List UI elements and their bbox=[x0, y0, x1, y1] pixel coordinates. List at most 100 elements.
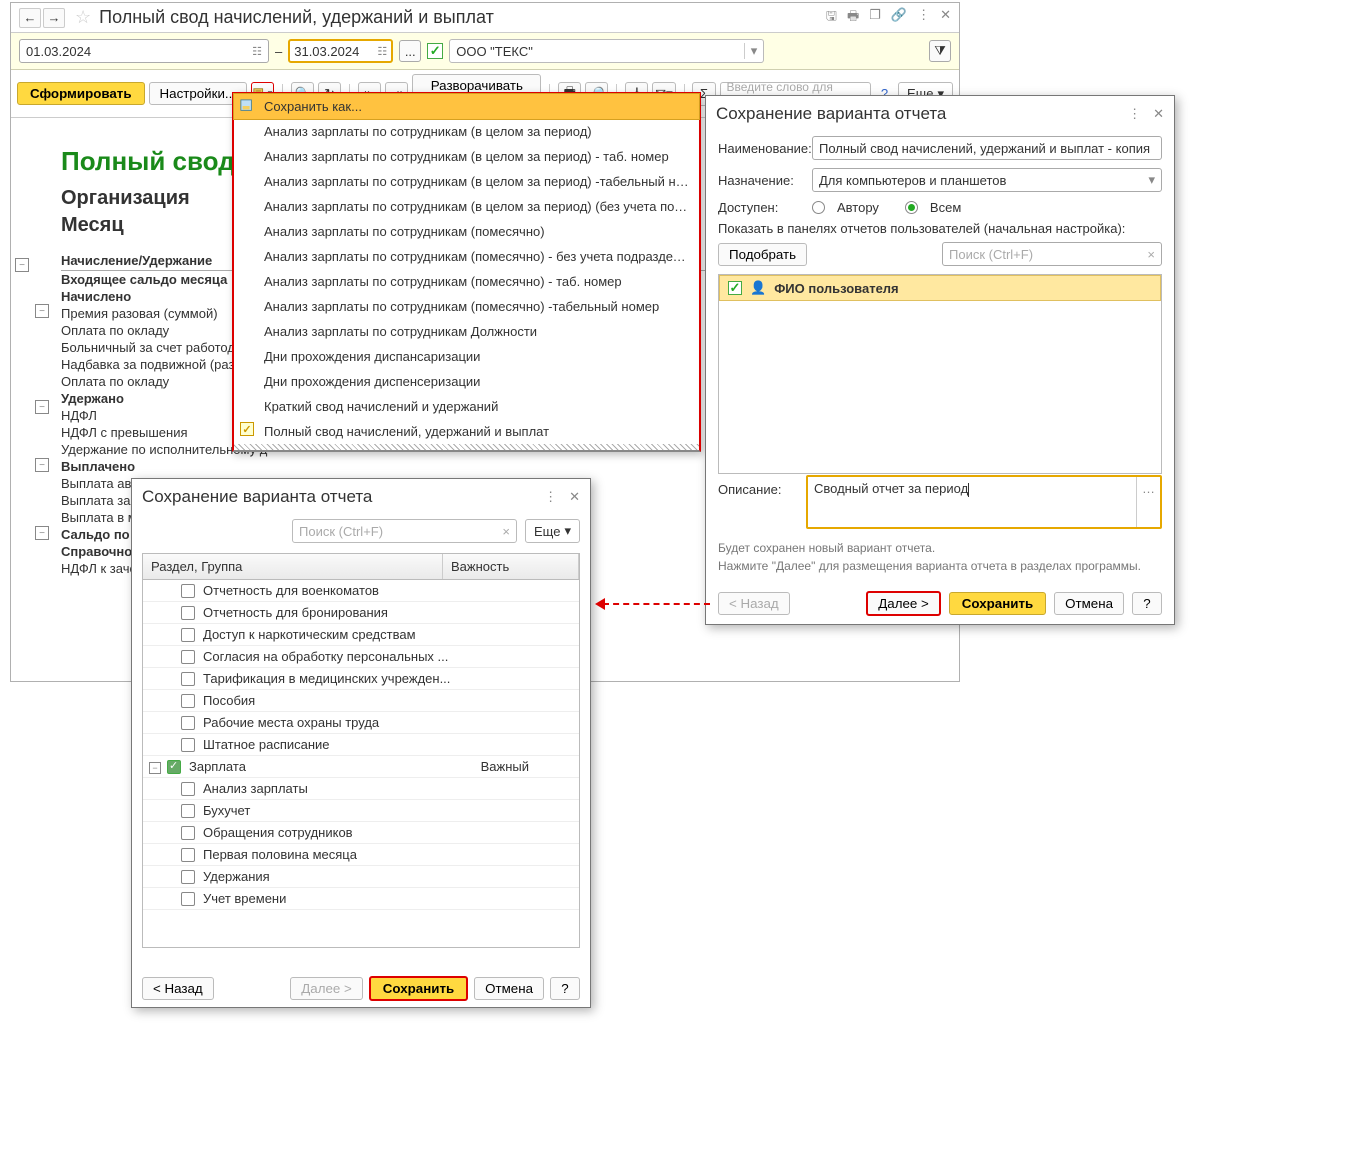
grid-row[interactable]: Пособия bbox=[143, 690, 579, 712]
clear-icon[interactable]: × bbox=[502, 524, 510, 539]
row-checkbox[interactable] bbox=[181, 628, 195, 642]
help-button[interactable]: ? bbox=[550, 977, 580, 1000]
cancel-button[interactable]: Отмена bbox=[474, 977, 544, 1000]
chevron-down-icon[interactable]: ▾ bbox=[1148, 172, 1155, 188]
grid-header-importance[interactable]: Важность bbox=[443, 554, 579, 579]
dropdown-item[interactable]: Анализ зарплаты по сотрудникам (в целом … bbox=[234, 119, 699, 144]
close-icon[interactable]: ✕ bbox=[569, 489, 580, 505]
org-filter-checkbox[interactable]: ✓ bbox=[427, 43, 443, 59]
row-checkbox[interactable] bbox=[181, 892, 195, 906]
next-button[interactable]: Далее > bbox=[866, 591, 941, 616]
grid-row[interactable]: Согласия на обработку персональных ... bbox=[143, 646, 579, 668]
calendar-icon[interactable]: ☷ bbox=[252, 45, 262, 58]
kebab-menu-icon[interactable]: ⋮ bbox=[1128, 106, 1141, 122]
dropdown-item[interactable]: Анализ зарплаты по сотрудникам (в целом … bbox=[234, 194, 699, 219]
pick-button[interactable]: Подобрать bbox=[718, 243, 807, 266]
dropdown-item[interactable]: Анализ зарплаты по сотрудникам (в целом … bbox=[234, 169, 699, 194]
org-select[interactable]: ООО "ТЕКС" ▾ bbox=[449, 39, 764, 63]
help-button[interactable]: ? bbox=[1132, 592, 1162, 615]
user-row[interactable]: ✓ 👤 ФИО пользователя bbox=[719, 275, 1161, 301]
row-checkbox[interactable] bbox=[181, 870, 195, 884]
favorite-star-icon[interactable]: ☆ bbox=[75, 7, 91, 28]
grid-row[interactable]: Удержания bbox=[143, 866, 579, 888]
print-icon[interactable]: 🖶 bbox=[847, 7, 859, 29]
dropdown-item[interactable]: ✓Полный свод начислений, удержаний и вып… bbox=[234, 419, 699, 444]
row-checkbox[interactable] bbox=[181, 804, 195, 818]
grid-row[interactable]: Отчетность для военкоматов bbox=[143, 580, 579, 602]
grid-row[interactable]: Тарификация в медицинских учрежден... bbox=[143, 668, 579, 690]
kebab-menu-icon[interactable]: ⋮ bbox=[544, 489, 557, 505]
tree-collapse-handle[interactable]: − bbox=[35, 458, 49, 472]
radio-author[interactable] bbox=[812, 201, 825, 214]
nav-forward-button[interactable]: → bbox=[43, 8, 65, 28]
dropdown-item[interactable]: Дни прохождения диспенсеризации bbox=[234, 369, 699, 394]
grid-row[interactable]: Анализ зарплаты bbox=[143, 778, 579, 800]
generate-button[interactable]: Сформировать bbox=[17, 82, 145, 105]
date-to-input[interactable]: 31.03.2024 ☷ bbox=[288, 39, 393, 63]
dropdown-item[interactable]: Анализ зарплаты по сотрудникам (помесячн… bbox=[234, 219, 699, 244]
grid-row[interactable]: Бухучет bbox=[143, 800, 579, 822]
row-checkbox[interactable] bbox=[181, 584, 195, 598]
save-button[interactable]: Сохранить bbox=[369, 976, 468, 1001]
tree-collapse-handle[interactable]: − bbox=[35, 304, 49, 318]
row-checkbox[interactable] bbox=[181, 848, 195, 862]
grid-row[interactable]: Рабочие места охраны труда bbox=[143, 712, 579, 734]
dropdown-item[interactable]: Анализ зарплаты по сотрудникам (помесячн… bbox=[234, 269, 699, 294]
row-checkbox[interactable] bbox=[167, 760, 181, 774]
dest-select[interactable]: Для компьютеров и планшетов ▾ bbox=[812, 168, 1162, 192]
dropdown-item[interactable]: Краткий свод начислений и удержаний bbox=[234, 394, 699, 419]
expand-text-button[interactable]: … bbox=[1136, 477, 1160, 527]
next-button: Далее > bbox=[290, 977, 363, 1000]
dropdown-item[interactable]: Анализ зарплаты по сотрудникам (помесячн… bbox=[234, 294, 699, 319]
nav-back-button[interactable]: ← bbox=[19, 8, 41, 28]
close-icon[interactable]: ✕ bbox=[940, 7, 951, 29]
dialog-more-button[interactable]: Еще▾ bbox=[525, 519, 580, 543]
row-checkbox[interactable] bbox=[181, 672, 195, 686]
tree-toggle[interactable]: − bbox=[149, 762, 161, 774]
date-from-input[interactable]: 01.03.2024 ☷ bbox=[19, 39, 269, 63]
filter-funnel-button[interactable]: ⧩ bbox=[929, 40, 951, 62]
dropdown-item[interactable]: Анализ зарплаты по сотрудникам Должности bbox=[234, 319, 699, 344]
kebab-menu-icon[interactable]: ⋮ bbox=[917, 7, 930, 29]
grid-group-row[interactable]: −ЗарплатаВажный bbox=[143, 756, 579, 778]
link-icon[interactable]: 🔗 bbox=[891, 7, 907, 29]
close-icon[interactable]: ✕ bbox=[1153, 106, 1164, 122]
grid-row[interactable]: Учет времени bbox=[143, 888, 579, 910]
row-checkbox[interactable] bbox=[181, 606, 195, 620]
grid-row[interactable]: Штатное расписание bbox=[143, 734, 579, 756]
radio-all[interactable] bbox=[905, 201, 918, 214]
save-button[interactable]: Сохранить bbox=[949, 592, 1046, 615]
row-checkbox[interactable] bbox=[181, 738, 195, 752]
user-checkbox[interactable]: ✓ bbox=[728, 281, 742, 295]
grid-header-section[interactable]: Раздел, Группа bbox=[143, 554, 443, 579]
tree-collapse-handle[interactable]: − bbox=[35, 526, 49, 540]
tree-collapse-handle[interactable]: − bbox=[15, 258, 29, 272]
copy-icon[interactable]: ❐ bbox=[869, 7, 881, 29]
grid-row[interactable]: Первая половина месяца bbox=[143, 844, 579, 866]
user-search-input[interactable]: Поиск (Ctrl+F) × bbox=[942, 242, 1162, 266]
row-checkbox[interactable] bbox=[181, 826, 195, 840]
calendar-icon[interactable]: ☷ bbox=[377, 45, 387, 58]
row-checkbox[interactable] bbox=[181, 782, 195, 796]
cancel-button[interactable]: Отмена bbox=[1054, 592, 1124, 615]
dialog-search-input[interactable]: Поиск (Ctrl+F) × bbox=[292, 519, 517, 543]
save-icon[interactable]: 🖫 bbox=[826, 7, 837, 29]
grid-row[interactable]: Отчетность для бронирования bbox=[143, 602, 579, 624]
dropdown-item-save-as[interactable]: Сохранить как... bbox=[233, 93, 700, 120]
dropdown-item[interactable]: Дни прохождения диспансаризации bbox=[234, 344, 699, 369]
clear-icon[interactable]: × bbox=[1147, 247, 1155, 262]
name-input[interactable]: Полный свод начислений, удержаний и выпл… bbox=[812, 136, 1162, 160]
tree-collapse-handle[interactable]: − bbox=[35, 400, 49, 414]
description-textarea[interactable]: Сводный отчет за период bbox=[808, 477, 1136, 527]
date-picker-button[interactable]: ... bbox=[399, 40, 421, 62]
row-checkbox[interactable] bbox=[181, 716, 195, 730]
row-label: Удержания bbox=[203, 869, 270, 884]
dropdown-item[interactable]: Анализ зарплаты по сотрудникам (помесячн… bbox=[234, 244, 699, 269]
grid-row[interactable]: Доступ к наркотическим средствам bbox=[143, 624, 579, 646]
back-button[interactable]: < Назад bbox=[142, 977, 214, 1000]
chevron-down-icon[interactable]: ▾ bbox=[744, 43, 758, 59]
row-checkbox[interactable] bbox=[181, 694, 195, 708]
dropdown-item[interactable]: Анализ зарплаты по сотрудникам (в целом … bbox=[234, 144, 699, 169]
row-checkbox[interactable] bbox=[181, 650, 195, 664]
grid-row[interactable]: Обращения сотрудников bbox=[143, 822, 579, 844]
